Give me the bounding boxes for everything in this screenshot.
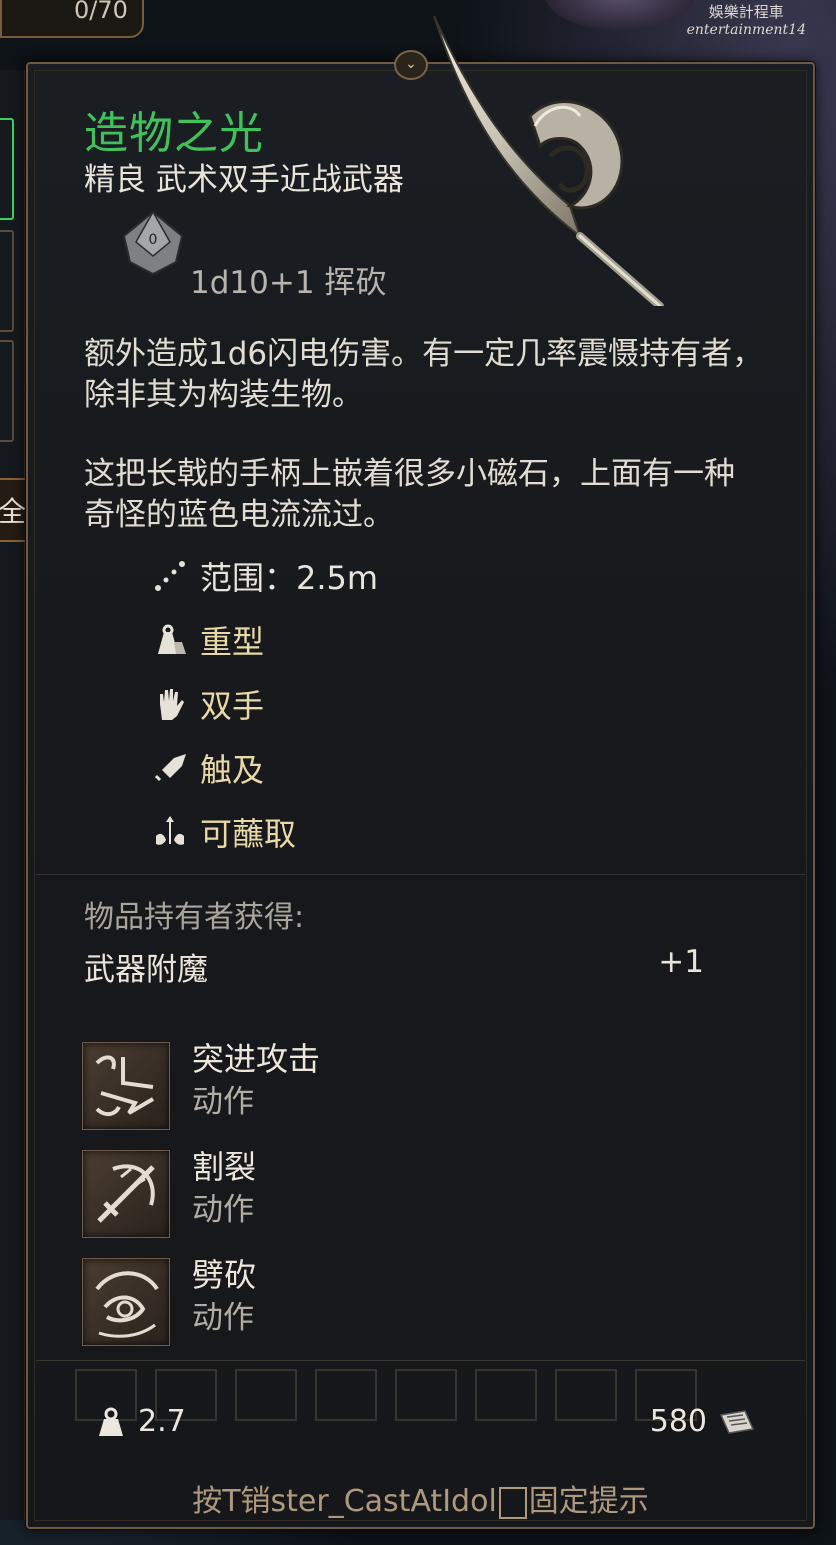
item-type-subtitle: 精良 武术双手近战武器 — [84, 162, 404, 198]
item-weight: 2.7 — [98, 1404, 186, 1439]
rush-attack-icon — [82, 1150, 170, 1238]
range-icon — [150, 556, 190, 596]
cleave-icon — [82, 1258, 170, 1346]
property-label: 双手 — [200, 687, 265, 725]
property-label: 范围：2.5m — [200, 559, 379, 597]
weight-value: 2.7 — [138, 1404, 186, 1439]
property-range[interactable]: 范围：2.5m — [150, 544, 378, 608]
damage-value: 1d10+1 挥砍 — [190, 265, 387, 301]
hint-suffix: 固定提示 — [528, 1484, 649, 1519]
watermark-line2: entertainment14 — [686, 22, 806, 38]
property-dippable[interactable]: 可蘸取 — [150, 800, 378, 864]
price-value: 580 — [649, 1404, 707, 1439]
keybind-icon — [498, 1486, 527, 1519]
inventory-counter: 0/70 — [0, 0, 144, 38]
inventory-slot[interactable] — [0, 340, 14, 442]
weapon-properties: 范围：2.5m 重型 双手 触及 可蘸取 — [150, 544, 378, 864]
filter-all-label: 全 — [0, 495, 27, 528]
grant-weapon-enchantment[interactable]: 武器附魔 +1 — [84, 944, 704, 989]
action-name: 劈砍 — [192, 1256, 257, 1294]
property-label: 重型 — [200, 623, 265, 661]
action-type: 动作 — [192, 1192, 254, 1228]
grants-heading: 物品持有者获得: — [84, 900, 305, 935]
item-price: 580 — [650, 1404, 755, 1439]
inventory-slot[interactable] — [0, 230, 14, 332]
tooltip-footer: 2.7 580 — [36, 1360, 805, 1490]
hint-prefix: 按T销 — [192, 1484, 271, 1519]
inventory-side-panel — [0, 70, 25, 1520]
property-reach[interactable]: 触及 — [150, 736, 378, 800]
lacerate-icon — [82, 1042, 170, 1130]
inventory-slot[interactable] — [0, 118, 14, 220]
action-lacerate[interactable]: 割裂 动作 — [82, 1142, 582, 1238]
action-type: 动作 — [192, 1300, 254, 1336]
item-lore-description: 这把长戟的手柄上嵌着很多小磁石，上面有一种奇怪的蓝色电流流过。 — [84, 456, 735, 533]
grant-value: +1 — [658, 944, 704, 980]
property-label: 触及 — [200, 751, 265, 789]
action-cleave[interactable]: 劈砍 动作 — [82, 1250, 582, 1346]
action-name: 割裂 — [192, 1148, 257, 1186]
heavy-icon — [150, 620, 190, 660]
action-rush-attack[interactable]: 突进攻击 动作 — [82, 1034, 582, 1130]
two-handed-icon — [150, 684, 190, 724]
action-name: 突进攻击 — [192, 1040, 321, 1078]
weight-icon — [99, 1407, 123, 1436]
pin-tooltip-hint: 按T销ster_CastAtIdol 固定提示 — [28, 1476, 813, 1520]
inventory-counter-text: 0/70 — [74, 0, 128, 24]
item-name: 造物之光 — [84, 108, 264, 159]
reach-icon — [150, 748, 190, 788]
glaive-weapon-icon — [433, 15, 664, 306]
property-two-handed[interactable]: 双手 — [150, 672, 378, 736]
svg-text:0: 0 — [149, 232, 158, 248]
d10-dice-icon: 0 — [122, 210, 184, 276]
action-type: 动作 — [192, 1084, 254, 1120]
item-effect-description: 额外造成1d6闪电伤害。有一定几率震慑持有者，除非其为构装生物。 — [84, 336, 764, 413]
property-heavy[interactable]: 重型 — [150, 608, 378, 672]
grant-name: 武器附魔 — [84, 952, 208, 988]
watermark: 娛樂計程車 entertainment14 — [687, 4, 806, 39]
hint-middle: ster_CastAtIdol — [270, 1484, 497, 1519]
section-divider — [36, 874, 805, 875]
property-label: 可蘸取 — [200, 815, 297, 853]
dippable-icon — [150, 812, 190, 852]
gold-coins-icon — [719, 1409, 755, 1434]
watermark-line1: 娛樂計程車 — [708, 3, 784, 21]
item-tooltip: ⌄ 造物之光 精良 武术双手近战武器 0 1d10+1 挥砍 额外造成1d6闪电… — [26, 15, 815, 1529]
